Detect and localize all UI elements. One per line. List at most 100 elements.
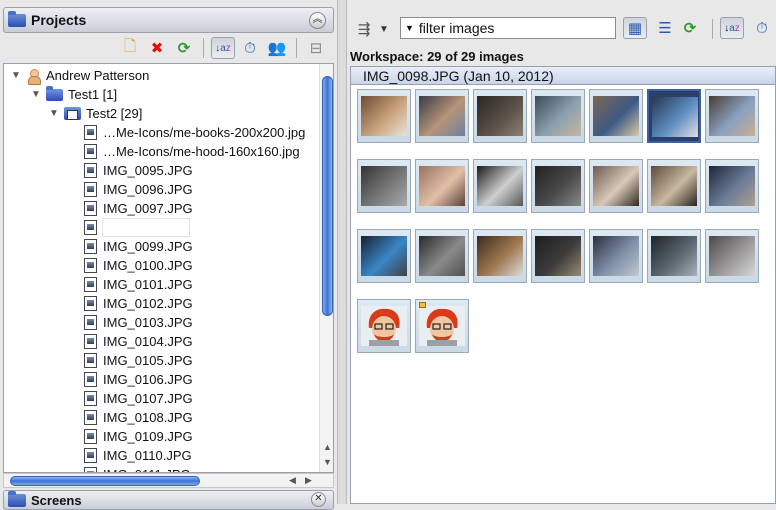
dropdown-icon[interactable]: ▼ xyxy=(372,18,396,40)
tree-item[interactable]: IMG_0107.JPG xyxy=(84,389,193,408)
tree-item[interactable]: …Me-Icons/me-books-200x200.jpg xyxy=(84,123,305,142)
thumbnail[interactable] xyxy=(357,159,411,213)
tree-item-label: IMG_0100.JPG xyxy=(103,258,193,273)
tree-item-label: IMG_0096.JPG xyxy=(103,182,193,197)
tree-item[interactable]: IMG_0106.JPG xyxy=(84,370,193,389)
tree-item-label: Andrew Patterson xyxy=(46,68,150,83)
expand-triangle-icon[interactable]: ▼ xyxy=(30,89,42,100)
tree-item[interactable]: IMG_0095.JPG xyxy=(84,161,193,180)
thumbnail-selected[interactable] xyxy=(647,89,701,143)
thumbnail[interactable] xyxy=(473,229,527,283)
tree-item[interactable]: IMG_0110.JPG xyxy=(84,446,192,465)
thumbnail[interactable] xyxy=(589,229,643,283)
tree-vertical-scrollbar[interactable]: ▲ ▼ xyxy=(319,64,333,472)
thumbnail[interactable] xyxy=(531,229,585,283)
thumbnail[interactable] xyxy=(415,229,469,283)
photo-thumbnail-image xyxy=(709,96,755,136)
tree-horizontal-scroll-thumb[interactable] xyxy=(10,476,200,486)
thumbnail-grid: IMG_0098.JPG (Jan 10, 2012) xyxy=(350,66,776,504)
tree-item[interactable]: IMG_0097.JPG xyxy=(84,199,193,218)
tree-item[interactable]: IMG_0104.JPG xyxy=(84,332,193,351)
tree-item[interactable]: IMG_0111.JPG xyxy=(84,465,191,472)
thumbnail[interactable] xyxy=(705,89,759,143)
thumbnail[interactable] xyxy=(473,89,527,143)
filter-images-input[interactable]: ▼ filter images xyxy=(400,17,616,39)
tree-item[interactable] xyxy=(84,218,103,237)
refresh-icon[interactable]: ⟳ xyxy=(172,37,196,59)
grid-view-icon[interactable]: ▦ xyxy=(623,17,647,39)
photo-thumbnail-image xyxy=(361,236,407,276)
tree-item[interactable]: IMG_0101.JPG xyxy=(84,275,193,294)
folder-icon xyxy=(46,85,63,101)
expand-triangle-icon[interactable]: ▼ xyxy=(48,108,60,119)
thumbnail[interactable] xyxy=(705,159,759,213)
projects-panel: Projects ︽ 🗋 ✖ ⟳ ↓ a z ⏱ 👥 ⊟ ▼ Andrew Patte… xyxy=(0,0,337,510)
thumbnail[interactable] xyxy=(705,229,759,283)
photo-thumbnail-image xyxy=(709,166,755,206)
projects-folder-icon xyxy=(8,10,26,27)
photo-thumbnail-image xyxy=(419,96,465,136)
tree-item-label: IMG_0102.JPG xyxy=(103,296,193,311)
tree-item[interactable]: ▼ Andrew Patterson xyxy=(10,66,149,85)
image-file-icon xyxy=(84,125,97,140)
thumbnail[interactable] xyxy=(357,299,411,353)
refresh-icon[interactable]: ⟳ xyxy=(678,17,702,39)
tree-item[interactable]: ▼ Test2 [29] xyxy=(48,104,142,123)
thumbnail[interactable] xyxy=(647,159,701,213)
timer-icon[interactable]: ⏱ xyxy=(750,17,774,39)
new-project-icon[interactable]: 🗋 xyxy=(118,37,142,59)
panel-divider[interactable] xyxy=(337,0,347,504)
filter-dropdown-icon[interactable]: ▼ xyxy=(405,23,414,33)
toolbar-separator xyxy=(712,19,713,39)
thumbnail[interactable] xyxy=(357,89,411,143)
thumbnail[interactable] xyxy=(589,89,643,143)
tree-item-rename-field[interactable] xyxy=(102,218,190,237)
tree-item[interactable]: IMG_0102.JPG xyxy=(84,294,193,313)
tree-item[interactable]: IMG_0096.JPG xyxy=(84,180,193,199)
tree-item-label: IMG_0097.JPG xyxy=(103,201,193,216)
thumbnail[interactable] xyxy=(415,89,469,143)
thumbnail[interactable] xyxy=(415,299,469,353)
sort-alpha-icon[interactable]: ↓ a z xyxy=(720,17,744,39)
tree-horizontal-scrollbar[interactable]: ◀ ▶ xyxy=(3,473,334,488)
image-file-icon xyxy=(84,277,97,292)
tree-item[interactable]: …Me-Icons/me-hood-160x160.jpg xyxy=(84,142,300,161)
workspace-status: Workspace: 29 of 29 images xyxy=(350,49,524,64)
screens-folder-icon xyxy=(8,490,26,507)
photo-thumbnail-image xyxy=(477,236,523,276)
tree-item[interactable]: IMG_0100.JPG xyxy=(84,256,193,275)
thumbnail[interactable] xyxy=(647,229,701,283)
tree-item[interactable]: IMG_0109.JPG xyxy=(84,427,193,446)
scroll-left-arrow-icon[interactable]: ◀ xyxy=(289,475,296,486)
filter-text: filter images xyxy=(418,20,495,36)
photo-thumbnail-image xyxy=(419,166,465,206)
list-view-icon[interactable]: ☰ xyxy=(653,17,677,39)
thumbnail[interactable] xyxy=(531,159,585,213)
thumbnail[interactable] xyxy=(589,159,643,213)
sort-alpha-icon[interactable]: ↓ a z xyxy=(211,37,235,59)
scroll-right-arrow-icon[interactable]: ▶ xyxy=(305,475,312,486)
thumbnail[interactable] xyxy=(357,229,411,283)
timer-icon[interactable]: ⏱ xyxy=(238,37,262,59)
tree-item[interactable]: IMG_0105.JPG xyxy=(84,351,193,370)
tree-item[interactable]: IMG_0108.JPG xyxy=(84,408,193,427)
thumbnail[interactable] xyxy=(415,159,469,213)
close-panel-button[interactable]: ✕ xyxy=(311,492,326,507)
projects-title: Projects xyxy=(31,12,87,28)
collapse-all-icon[interactable]: ⊟ xyxy=(304,37,328,59)
scroll-up-arrow-icon[interactable]: ▲ xyxy=(323,442,332,452)
collapse-panel-button[interactable]: ︽ xyxy=(309,12,326,29)
tree-vertical-scroll-thumb[interactable] xyxy=(322,76,333,316)
delete-icon[interactable]: ✖ xyxy=(145,37,169,59)
thumbnail[interactable] xyxy=(531,89,585,143)
thumbnail[interactable] xyxy=(473,159,527,213)
users-icon[interactable]: 👥 xyxy=(265,37,289,59)
scroll-down-arrow-icon[interactable]: ▼ xyxy=(323,457,332,467)
tree-item[interactable]: IMG_0099.JPG xyxy=(84,237,193,256)
image-file-icon xyxy=(84,429,97,444)
tree-item[interactable]: ▼ Test1 [1] xyxy=(30,85,117,104)
tree-item[interactable]: IMG_0103.JPG xyxy=(84,313,193,332)
avatar-thumbnail-image xyxy=(361,306,407,346)
screens-title: Screens xyxy=(31,492,82,508)
expand-triangle-icon[interactable]: ▼ xyxy=(10,70,22,81)
